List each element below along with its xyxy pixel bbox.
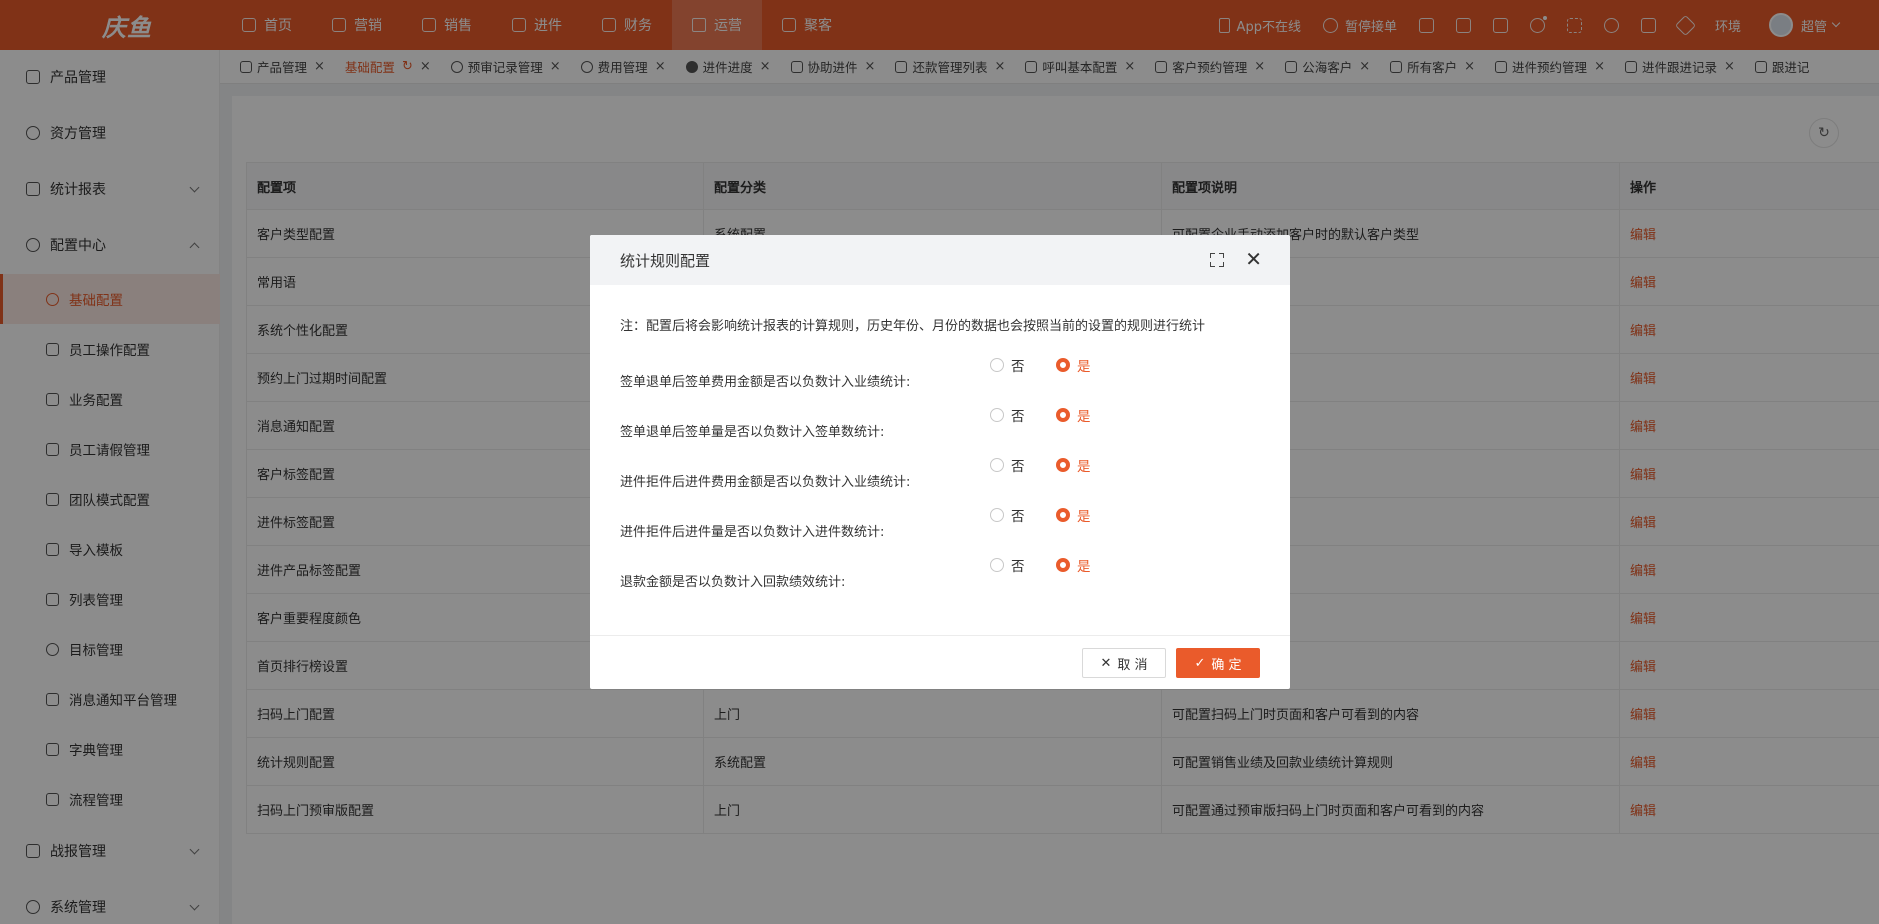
radio-label: 是 bbox=[1077, 459, 1091, 475]
radio-yes[interactable]: 是 bbox=[1056, 455, 1091, 475]
radio-yes[interactable]: 是 bbox=[1056, 405, 1091, 425]
radio-label: 是 bbox=[1077, 559, 1091, 575]
radio-no[interactable]: 否 bbox=[990, 405, 1025, 425]
stat-rules-dialog: 统计规则配置 ✕ 注：配置后将会影响统计报表的计算规则，历史年份、月份的数据也会… bbox=[590, 235, 1290, 689]
dialog-title: 统计规则配置 bbox=[620, 251, 711, 270]
close-icon[interactable]: ✕ bbox=[1245, 248, 1262, 270]
radio-circle bbox=[1056, 558, 1070, 572]
cancel-button[interactable]: ✕ 取 消 bbox=[1082, 648, 1166, 678]
radio-circle bbox=[990, 458, 1004, 472]
radio-circle bbox=[990, 508, 1004, 522]
confirm-button[interactable]: ✓ 确 定 bbox=[1176, 648, 1260, 678]
radio-no[interactable]: 否 bbox=[990, 355, 1025, 375]
rule-label: 退款金额是否以负数计入回款绩效统计: bbox=[620, 575, 846, 590]
radio-circle bbox=[1056, 508, 1070, 522]
radio-label: 否 bbox=[1011, 459, 1025, 475]
radio-label: 是 bbox=[1077, 359, 1091, 375]
rule-row: 签单退单后签单费用金额是否以负数计入业绩统计: 否 是 bbox=[620, 355, 1260, 390]
rule-row: 退款金额是否以负数计入回款绩效统计: 否 是 bbox=[620, 555, 1260, 590]
rule-row: 进件拒件后进件量是否以负数计入进件数统计: 否 是 bbox=[620, 505, 1260, 540]
radio-no[interactable]: 否 bbox=[990, 555, 1025, 575]
rule-row: 进件拒件后进件费用金额是否以负数计入业绩统计: 否 是 bbox=[620, 455, 1260, 490]
radio-circle bbox=[990, 408, 1004, 422]
close-icon: ✕ bbox=[1100, 655, 1112, 671]
dialog-note: 注：配置后将会影响统计报表的计算规则，历史年份、月份的数据也会按照当前的设置的规… bbox=[620, 319, 1206, 334]
dialog-footer: ✕ 取 消 ✓ 确 定 bbox=[590, 635, 1290, 689]
radio-no[interactable]: 否 bbox=[990, 455, 1025, 475]
radio-no[interactable]: 否 bbox=[990, 505, 1025, 525]
radio-label: 是 bbox=[1077, 509, 1091, 525]
radio-circle bbox=[1056, 458, 1070, 472]
radio-label: 否 bbox=[1011, 559, 1025, 575]
radio-label: 否 bbox=[1011, 509, 1025, 525]
dialog-header: 统计规则配置 ✕ bbox=[590, 235, 1290, 285]
radio-label: 否 bbox=[1011, 359, 1025, 375]
check-icon: ✓ bbox=[1194, 655, 1206, 671]
rule-row: 签单退单后签单量是否以负数计入签单数统计: 否 是 bbox=[620, 405, 1260, 440]
radio-yes[interactable]: 是 bbox=[1056, 555, 1091, 575]
radio-circle bbox=[1056, 408, 1070, 422]
rule-label: 签单退单后签单费用金额是否以负数计入业绩统计: bbox=[620, 375, 911, 390]
radio-yes[interactable]: 是 bbox=[1056, 505, 1091, 525]
rule-label: 进件拒件后进件量是否以负数计入进件数统计: bbox=[620, 525, 885, 540]
radio-circle bbox=[990, 558, 1004, 572]
rule-label: 签单退单后签单量是否以负数计入签单数统计: bbox=[620, 425, 885, 440]
radio-label: 是 bbox=[1077, 409, 1091, 425]
radio-yes[interactable]: 是 bbox=[1056, 355, 1091, 375]
rule-label: 进件拒件后进件费用金额是否以负数计入业绩统计: bbox=[620, 475, 911, 490]
radio-label: 否 bbox=[1011, 409, 1025, 425]
radio-circle bbox=[1056, 358, 1070, 372]
radio-circle bbox=[990, 358, 1004, 372]
maximize-icon[interactable] bbox=[1210, 253, 1224, 267]
